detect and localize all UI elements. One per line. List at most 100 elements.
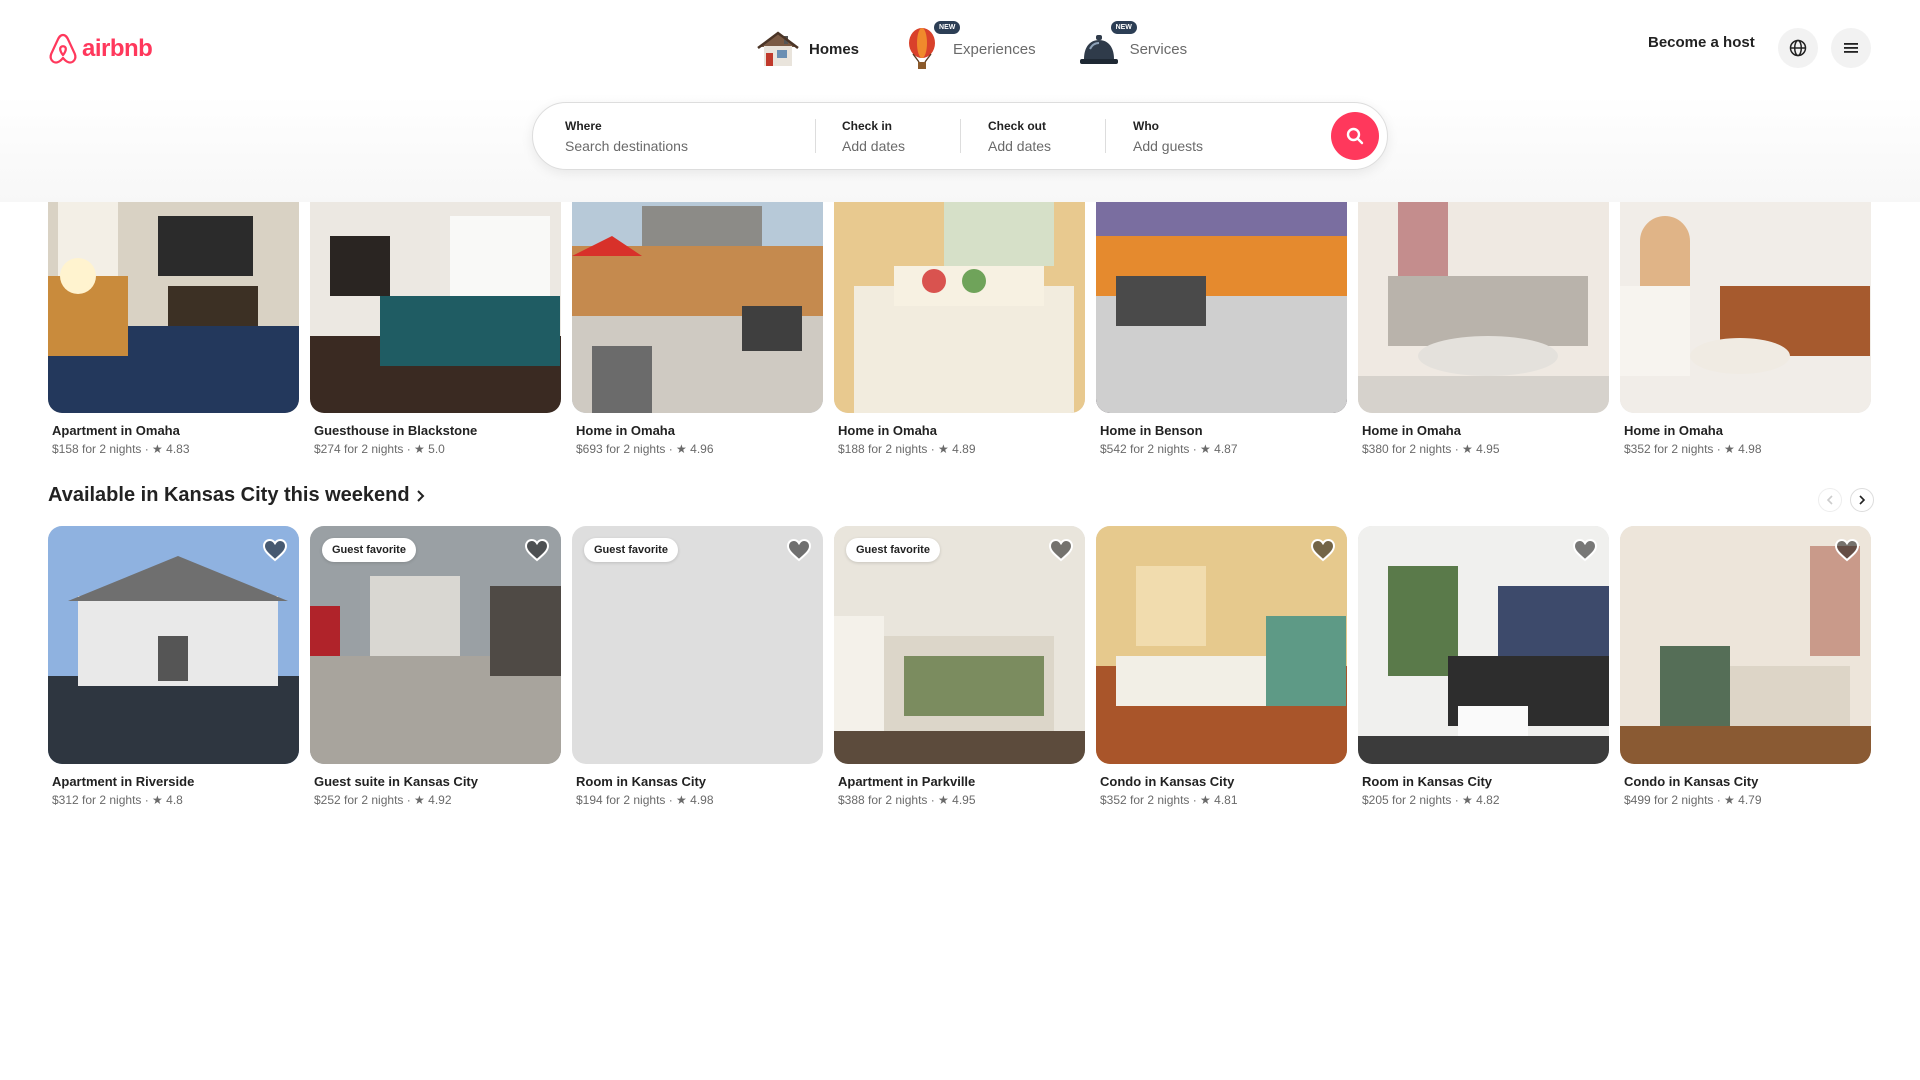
listing-title: Home in Omaha [576,423,675,438]
listing-card[interactable]: Home in Omaha $693 for 2 nights · ★ 4.96 [572,176,823,456]
listing-card[interactable]: Home in Omaha $380 for 2 nights · ★ 4.95 [1358,176,1609,456]
listing-card[interactable]: Guest favorite Apartment in Parkville $3… [834,526,1085,807]
wishlist-heart-button[interactable] [523,536,551,564]
listing-card[interactable]: Guest favorite Guest suite in Kansas Cit… [310,526,561,807]
listing-title: Apartment in Omaha [52,423,180,438]
listing-photo[interactable]: Guest favorite [310,526,561,764]
where-field[interactable]: Where Search destinations [565,103,805,169]
listing-photo-image [1096,176,1347,413]
where-input[interactable]: Search destinations [565,138,805,154]
listing-photo[interactable] [1620,176,1871,413]
listing-title: Home in Omaha [838,423,937,438]
listing-title: Room in Kansas City [576,774,707,789]
check-in-value: Add dates [842,138,906,154]
listing-photo[interactable] [1358,176,1609,413]
listing-photo[interactable] [1096,526,1347,764]
wishlist-heart-button[interactable] [261,536,289,564]
listing-card[interactable]: Home in Benson $542 for 2 nights · ★ 4.8… [1096,176,1347,456]
section-heading-link[interactable]: Available in Kansas City this weekend [48,484,426,507]
carousel-prev-button[interactable] [1818,488,1842,512]
wishlist-heart-button[interactable] [1047,536,1075,564]
carousel-next-button[interactable] [1850,488,1874,512]
tab-experiences-label: Experiences [953,40,1036,58]
listing-card[interactable]: Condo in Kansas City $352 for 2 nights ·… [1096,526,1347,807]
check-in-label: Check in [842,119,893,133]
listing-price-rating: $352 for 2 nights · ★ 4.98 [1624,442,1762,456]
listing-card[interactable]: Home in Omaha $352 for 2 nights · ★ 4.98 [1620,176,1871,456]
listing-photo[interactable] [1358,526,1609,764]
heart-icon [262,538,288,562]
listing-card[interactable]: Home in Omaha $188 for 2 nights · ★ 4.89 [834,176,1085,456]
chevron-right-icon [1859,495,1866,505]
listing-photo[interactable] [1620,526,1871,764]
heart-icon [1048,538,1074,562]
tab-experiences[interactable]: NEW Experiences [899,20,1036,74]
listing-price-rating: $312 for 2 nights · ★ 4.8 [52,793,183,807]
airbnb-logo[interactable]: airbnb [48,32,153,66]
listing-photo[interactable] [48,176,299,413]
search-bar: Where Search destinations Check in Add d… [532,102,1388,170]
listing-photo[interactable]: Guest favorite [572,526,823,764]
chevron-left-icon [1826,495,1833,505]
new-badge: NEW [933,20,962,35]
language-button[interactable] [1778,28,1818,68]
listing-photo-image [1358,176,1609,413]
listing-card[interactable]: Guest favorite Room in Kansas City $194 … [572,526,823,807]
heart-icon [1572,538,1598,562]
listing-title: Guesthouse in Blackstone [314,423,478,438]
wishlist-heart-button[interactable] [1309,536,1337,564]
check-out-field[interactable]: Check out Add dates [988,103,1108,169]
listing-title: Apartment in Parkville [838,774,976,789]
heart-icon [524,538,550,562]
who-field[interactable]: Who Add guests [1133,103,1293,169]
tab-services-label: Services [1129,40,1188,58]
listing-price-rating: $205 for 2 nights · ★ 4.82 [1362,793,1500,807]
become-host-link[interactable]: Become a host [1648,34,1755,51]
listing-price-rating: $388 for 2 nights · ★ 4.95 [838,793,976,807]
guest-favorite-badge: Guest favorite [322,538,416,562]
listing-photo[interactable] [1096,176,1347,413]
listing-title: Condo in Kansas City [1100,774,1235,789]
search-button[interactable] [1331,112,1379,160]
listing-photo[interactable] [310,176,561,413]
listing-photo[interactable] [572,176,823,413]
listing-card[interactable]: Apartment in Riverside $312 for 2 nights… [48,526,299,807]
listing-card[interactable]: Condo in Kansas City $499 for 2 nights ·… [1620,526,1871,807]
listing-cards: Apartment in Omaha $158 for 2 nights · ★… [48,176,1871,456]
section-title: Available in Kansas City this weekend [48,484,410,506]
listing-price-rating: $542 for 2 nights · ★ 4.87 [1100,442,1238,456]
listing-card[interactable]: Guesthouse in Blackstone $274 for 2 nigh… [310,176,561,456]
listing-photo[interactable] [48,526,299,764]
carousel-controls [1818,488,1874,512]
listing-title: Room in Kansas City [1362,774,1493,789]
new-badge: NEW [1109,20,1138,35]
search-divider [815,119,816,153]
listing-cards: Apartment in Riverside $312 for 2 nights… [48,526,1871,807]
listing-card[interactable]: Room in Kansas City $205 for 2 nights · … [1358,526,1609,807]
listing-photo-image [1620,176,1871,413]
heart-icon [786,538,812,562]
wishlist-heart-button[interactable] [1571,536,1599,564]
wishlist-heart-button[interactable] [1833,536,1861,564]
hamburger-menu-icon [1844,43,1858,53]
listing-card[interactable]: Apartment in Omaha $158 for 2 nights · ★… [48,176,299,456]
who-value: Add guests [1133,138,1204,154]
guest-favorite-badge: Guest favorite [846,538,940,562]
listing-price-rating: $274 for 2 nights · ★ 5.0 [314,442,445,456]
tab-homes[interactable]: Homes [755,24,859,74]
listing-title: Home in Omaha [1624,423,1723,438]
listing-price-rating: $380 for 2 nights · ★ 4.95 [1362,442,1500,456]
airbnb-belo-icon [49,33,77,64]
main-menu-button[interactable] [1831,28,1871,68]
listing-photo[interactable] [834,176,1085,413]
listing-price-rating: $499 for 2 nights · ★ 4.79 [1624,793,1762,807]
tab-services[interactable]: NEW Services [1076,20,1188,74]
check-in-field[interactable]: Check in Add dates [842,103,962,169]
category-tabs: Homes NEW Experiences NEW Services [755,20,1188,74]
wishlist-heart-button[interactable] [785,536,813,564]
listing-price-rating: $188 for 2 nights · ★ 4.89 [838,442,976,456]
listing-photo[interactable]: Guest favorite [834,526,1085,764]
listing-photo-image [572,176,823,413]
listing-title: Apartment in Riverside [52,774,195,789]
listing-title: Home in Omaha [1362,423,1461,438]
